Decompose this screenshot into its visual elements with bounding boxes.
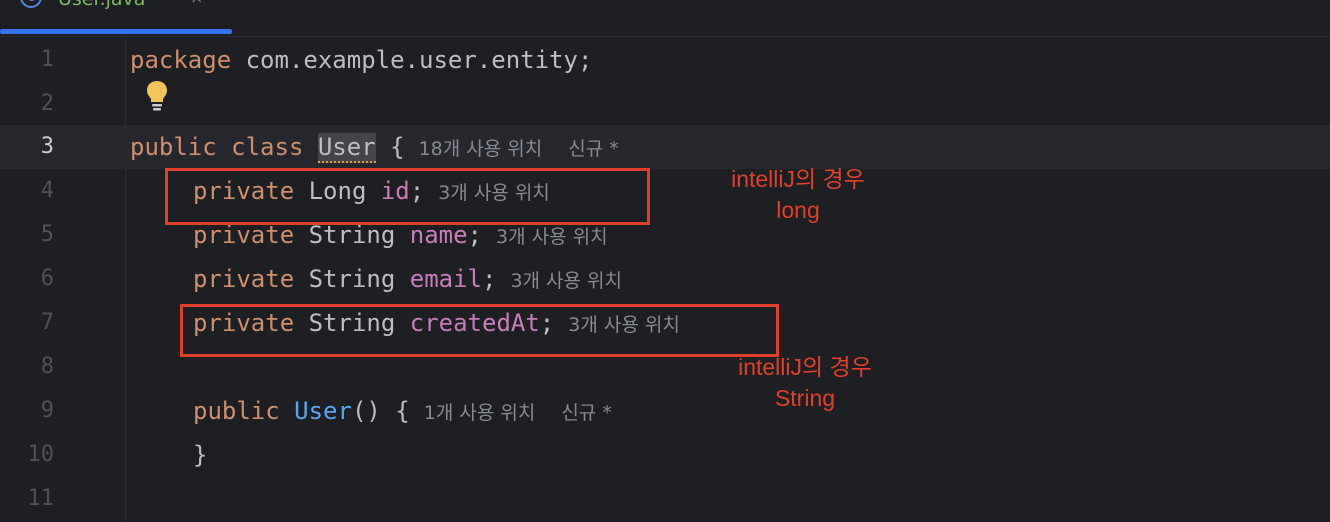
type-name: String — [294, 265, 410, 293]
keyword: class — [231, 133, 304, 161]
keyword: public — [130, 133, 217, 161]
annotation-note-string: intelliJ의 경우 String — [700, 352, 910, 414]
keyword: package — [130, 46, 232, 74]
keyword: public — [193, 397, 280, 425]
usages-inlay-hint[interactable]: 18개 사용 위치 — [419, 138, 543, 160]
closing-brace: } — [193, 441, 208, 469]
class-name[interactable]: User — [317, 133, 376, 163]
usages-inlay-hint[interactable]: 1개 사용 위치 — [424, 402, 536, 424]
lightbulb-icon[interactable] — [146, 80, 168, 112]
brace: { — [375, 133, 405, 161]
field-name[interactable]: name — [410, 221, 468, 249]
author-inlay-hint[interactable]: 신규 * — [561, 402, 612, 424]
code-line-1[interactable]: package com.example.user.entity; — [130, 38, 592, 82]
semicolon: ; — [482, 265, 497, 293]
annotation-box-id — [165, 168, 650, 225]
note-line: intelliJ의 경우 — [738, 354, 872, 380]
annotation-note-long: intelliJ의 경우 long — [700, 164, 896, 226]
usages-inlay-hint[interactable]: 3개 사용 위치 — [496, 226, 608, 248]
type-name: String — [294, 221, 410, 249]
usages-inlay-hint[interactable]: 3개 사용 위치 — [510, 270, 622, 292]
code-line-6[interactable]: private String email; 3개 사용 위치 — [193, 257, 622, 301]
parens-brace: () { — [351, 397, 410, 425]
annotation-box-createdat — [180, 304, 779, 357]
package-name: com.example.user.entity; — [231, 46, 593, 74]
code-editor[interactable]: package com.example.user.entity; public … — [0, 0, 1330, 522]
semicolon: ; — [467, 221, 482, 249]
field-name[interactable]: email — [410, 265, 482, 293]
code-line-10[interactable]: } — [193, 433, 207, 477]
note-line: long — [776, 197, 820, 223]
author-inlay-hint[interactable]: 신규 * — [568, 138, 619, 160]
constructor-name[interactable]: User — [294, 397, 352, 425]
code-line-3[interactable]: public class User {18개 사용 위치 신규 * — [130, 125, 619, 169]
keyword: private — [193, 221, 295, 249]
code-line-9[interactable]: public User() { 1개 사용 위치 신규 * — [193, 389, 612, 433]
note-line: String — [774, 385, 836, 411]
keyword: private — [193, 265, 295, 293]
note-line: intelliJ의 경우 — [731, 166, 865, 192]
